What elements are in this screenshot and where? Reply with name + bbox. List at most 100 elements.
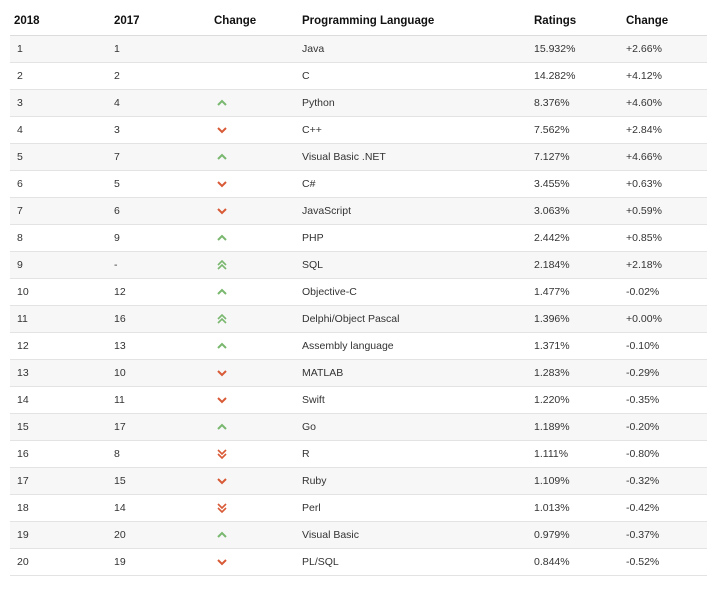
trend-cell: [214, 35, 302, 63]
ranking-table-container: 2018 2017 Change Programming Language Ra…: [0, 0, 712, 590]
rank-2018-cell: 11: [10, 305, 114, 333]
rank-2018-cell: 9: [10, 251, 114, 279]
rank-2017-cell: 20: [114, 521, 214, 549]
language-name-cell: Assembly language: [302, 332, 534, 360]
chevron-down-icon: [216, 557, 228, 567]
table-row: 1 1 Java 15.932% +2.66%: [10, 35, 707, 63]
language-name-cell: R: [302, 440, 534, 468]
rank-2017-cell: 2: [114, 62, 214, 90]
trend-cell: [214, 467, 302, 495]
rating-cell: 1.220%: [534, 386, 626, 414]
table-row: 16 8 R 1.111% -0.80%: [10, 440, 707, 468]
trend-cell: [214, 521, 302, 549]
chevron-up-icon: [216, 233, 228, 243]
trend-cell: [214, 494, 302, 522]
rating-cell: 1.371%: [534, 332, 626, 360]
rank-2017-cell: 11: [114, 386, 214, 414]
table-row: 17 15 Ruby 1.109% -0.32%: [10, 467, 707, 495]
header-row: 2018 2017 Change Programming Language Ra…: [10, 6, 707, 36]
rating-cell: 1.109%: [534, 467, 626, 495]
language-name-cell: Go: [302, 413, 534, 441]
rating-cell: 7.562%: [534, 116, 626, 144]
rating-cell: 0.844%: [534, 548, 626, 576]
rating-cell: 2.442%: [534, 224, 626, 252]
chevron-up-icon: [216, 287, 228, 297]
chevron-down-icon: [216, 368, 228, 378]
rank-2018-cell: 6: [10, 170, 114, 198]
rank-2018-cell: 15: [10, 413, 114, 441]
rank-2017-cell: 14: [114, 494, 214, 522]
header-change-trend: Change: [214, 6, 302, 36]
rank-2018-cell: 5: [10, 143, 114, 171]
trend-cell: [214, 251, 302, 279]
header-2018: 2018: [10, 6, 114, 36]
rank-2017-cell: 15: [114, 467, 214, 495]
rank-2018-cell: 2: [10, 62, 114, 90]
rating-change-cell: +4.60%: [626, 89, 707, 117]
double-chevron-down-icon: [216, 503, 228, 514]
rating-cell: 1.111%: [534, 440, 626, 468]
trend-cell: [214, 170, 302, 198]
rating-change-cell: -0.42%: [626, 494, 707, 522]
language-name-cell: Ruby: [302, 467, 534, 495]
language-name-cell: Python: [302, 89, 534, 117]
language-name-cell: Visual Basic .NET: [302, 143, 534, 171]
header-programming-language: Programming Language: [302, 6, 534, 36]
language-name-cell: JavaScript: [302, 197, 534, 225]
rating-cell: 0.979%: [534, 521, 626, 549]
language-name-cell: MATLAB: [302, 359, 534, 387]
trend-cell: [214, 305, 302, 333]
chevron-down-icon: [216, 206, 228, 216]
trend-cell: [214, 332, 302, 360]
chevron-up-icon: [216, 152, 228, 162]
rating-cell: 2.184%: [534, 251, 626, 279]
language-name-cell: PHP: [302, 224, 534, 252]
rank-2017-cell: 9: [114, 224, 214, 252]
rating-cell: 1.189%: [534, 413, 626, 441]
rank-2017-cell: 13: [114, 332, 214, 360]
header-change-percent: Change: [626, 6, 707, 36]
chevron-down-icon: [216, 395, 228, 405]
rank-2017-cell: 19: [114, 548, 214, 576]
rating-cell: 1.013%: [534, 494, 626, 522]
trend-cell: [214, 413, 302, 441]
rating-change-cell: -0.37%: [626, 521, 707, 549]
language-name-cell: Java: [302, 35, 534, 63]
table-row: 18 14 Perl 1.013% -0.42%: [10, 494, 707, 522]
rating-cell: 8.376%: [534, 89, 626, 117]
rating-cell: 14.282%: [534, 62, 626, 90]
rating-change-cell: +0.00%: [626, 305, 707, 333]
double-chevron-down-icon: [216, 449, 228, 460]
rank-2018-cell: 7: [10, 197, 114, 225]
rank-2017-cell: 12: [114, 278, 214, 306]
rating-cell: 1.396%: [534, 305, 626, 333]
rating-change-cell: -0.10%: [626, 332, 707, 360]
chevron-up-icon: [216, 422, 228, 432]
double-chevron-up-icon: [216, 314, 228, 324]
rating-change-cell: -0.02%: [626, 278, 707, 306]
rank-2017-cell: 1: [114, 35, 214, 63]
rank-2017-cell: -: [114, 251, 214, 279]
rating-cell: 7.127%: [534, 143, 626, 171]
language-name-cell: Visual Basic: [302, 521, 534, 549]
table-row: 5 7 Visual Basic .NET 7.127% +4.66%: [10, 143, 707, 171]
rating-change-cell: +2.84%: [626, 116, 707, 144]
rank-2017-cell: 6: [114, 197, 214, 225]
table-row: 14 11 Swift 1.220% -0.35%: [10, 386, 707, 414]
rank-2018-cell: 20: [10, 548, 114, 576]
table-row: 12 13 Assembly language 1.371% -0.10%: [10, 332, 707, 360]
chevron-down-icon: [216, 476, 228, 486]
trend-cell: [214, 440, 302, 468]
rank-2017-cell: 10: [114, 359, 214, 387]
language-name-cell: C#: [302, 170, 534, 198]
chevron-up-icon: [216, 341, 228, 351]
language-name-cell: Perl: [302, 494, 534, 522]
rating-cell: 1.477%: [534, 278, 626, 306]
trend-cell: [214, 359, 302, 387]
rank-2018-cell: 16: [10, 440, 114, 468]
rating-change-cell: +2.18%: [626, 251, 707, 279]
rating-change-cell: +2.66%: [626, 35, 707, 63]
rank-2018-cell: 13: [10, 359, 114, 387]
language-name-cell: C: [302, 62, 534, 90]
header-2017: 2017: [114, 6, 214, 36]
